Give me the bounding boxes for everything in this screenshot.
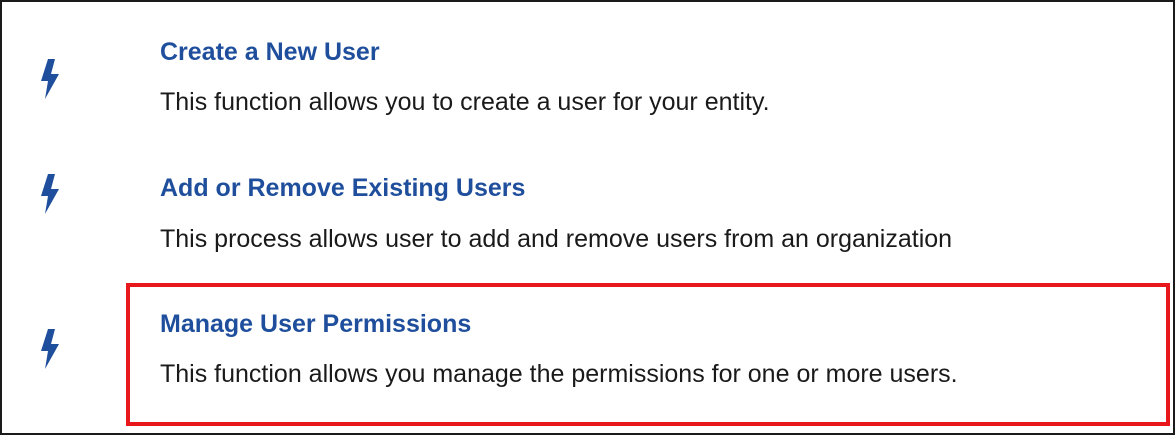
- lightning-bolt-icon: [39, 59, 61, 99]
- manage-permissions-link[interactable]: Manage User Permissions: [160, 310, 471, 339]
- manage-permissions-description: This function allows you manage the perm…: [160, 360, 958, 388]
- add-remove-users-link[interactable]: Add or Remove Existing Users: [160, 174, 525, 203]
- lightning-bolt-icon: [39, 174, 61, 214]
- create-user-description: This function allows you to create a use…: [160, 88, 770, 116]
- add-remove-users-description: This process allows user to add and remo…: [160, 225, 953, 253]
- function-list-panel: Create a New User This function allows y…: [0, 0, 1175, 435]
- lightning-bolt-icon: [39, 329, 61, 369]
- create-user-link[interactable]: Create a New User: [160, 38, 380, 67]
- highlight-box: [126, 283, 1170, 426]
